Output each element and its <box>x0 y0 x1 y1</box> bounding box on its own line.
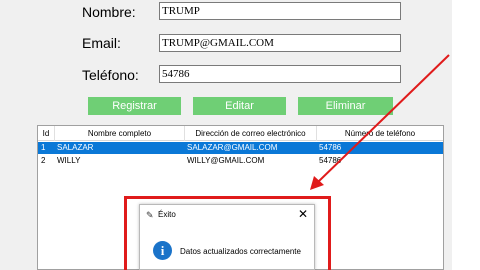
annotation-highlight-box <box>124 196 331 270</box>
arrow-line <box>317 54 450 183</box>
